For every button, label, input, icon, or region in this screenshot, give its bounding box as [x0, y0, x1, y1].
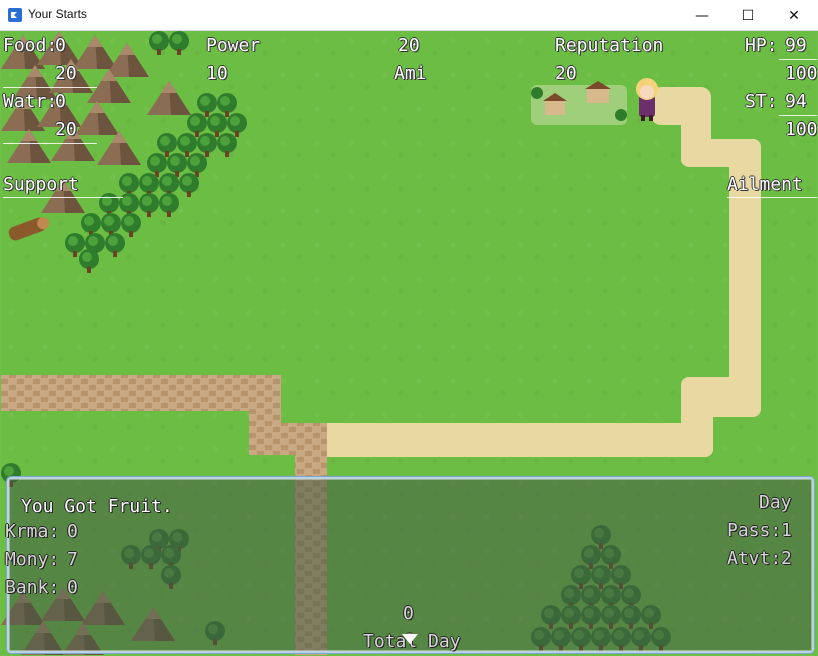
hp-max: 100 [785, 63, 817, 84]
village [531, 81, 627, 125]
sand-path [301, 87, 761, 457]
hud-divider [3, 143, 97, 144]
st-label: ST: [745, 91, 778, 112]
window-title: Your Starts [28, 7, 87, 21]
bank-label: Bank: [5, 577, 60, 598]
pass-value: 1 [781, 520, 792, 541]
money-label: Mony: [5, 549, 60, 570]
hud-divider [727, 197, 817, 198]
message-text: You Got Fruit. [21, 496, 173, 517]
bank-value: 0 [67, 577, 78, 598]
continue-arrow-icon[interactable] [402, 634, 418, 644]
food-max: 20 [55, 63, 77, 84]
ailment-label: Ailment [727, 174, 803, 195]
minimize-icon: — [695, 7, 709, 24]
power-label: Power [206, 35, 261, 56]
water-value: 0 [55, 91, 66, 112]
ami-label: Ami [394, 63, 427, 84]
hp-label: HP: [745, 35, 778, 56]
player-character [636, 78, 658, 121]
hud-divider [3, 87, 97, 88]
minimize-button[interactable]: — [679, 0, 725, 31]
hud-divider [779, 115, 817, 116]
fallen-log [8, 217, 50, 241]
st-value: 94 [785, 91, 807, 112]
hud-divider [779, 59, 817, 60]
hud-divider [3, 197, 123, 198]
water-label: Watr: [3, 91, 58, 112]
pass-label: Pass: [727, 520, 782, 541]
day-label: Day [759, 492, 792, 513]
maximize-button[interactable]: ☐ [725, 0, 771, 31]
reputation-value: 20 [555, 63, 577, 84]
close-icon: ✕ [788, 7, 800, 24]
center-stat-value: 20 [398, 35, 420, 56]
st-max: 100 [785, 119, 817, 140]
maximize-icon: ☐ [741, 7, 755, 24]
activity-label: Atvt: [727, 548, 782, 569]
hp-value: 99 [785, 35, 807, 56]
karma-value: 0 [67, 521, 78, 542]
food-value: 0 [55, 35, 66, 56]
game-canvas[interactable]: Food: 0 20 Watr: 0 20 Power 10 20 Ami Re… [1, 31, 817, 655]
power-value: 10 [206, 63, 228, 84]
app-icon [8, 8, 22, 22]
support-label: Support [3, 174, 79, 195]
karma-label: Krma: [5, 521, 60, 542]
reputation-label: Reputation [555, 35, 664, 56]
activity-value: 2 [781, 548, 792, 569]
close-button[interactable]: ✕ [771, 0, 817, 31]
water-max: 20 [55, 119, 77, 140]
window-titlebar: Your Starts — ☐ ✕ [0, 0, 818, 31]
food-label: Food: [3, 35, 58, 56]
total-days-value: 0 [403, 603, 414, 624]
money-value: 7 [67, 549, 78, 570]
